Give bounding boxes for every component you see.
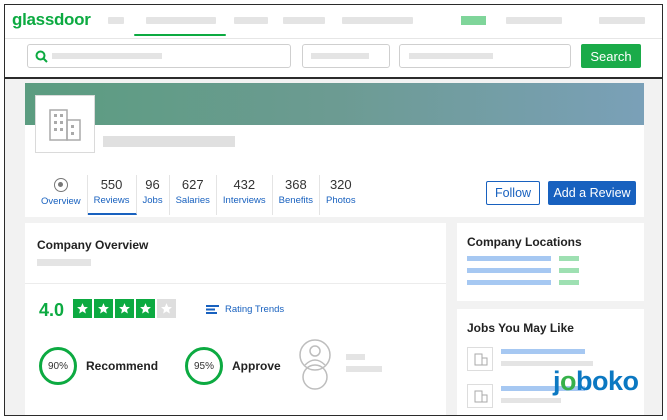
search-bar: Search	[5, 39, 662, 79]
overview-placeholder	[37, 259, 91, 266]
jobs-you-may-like-card: Jobs You May Like	[457, 309, 644, 415]
tab-interviews[interactable]: 432 Interviews	[217, 175, 273, 215]
tab-count: 96	[145, 177, 160, 192]
tab-label: Jobs	[142, 195, 163, 206]
ceo-name-placeholder	[346, 354, 365, 360]
star-icon	[136, 299, 155, 318]
add-review-button[interactable]: Add a Review	[548, 181, 636, 205]
tab-count: 368	[284, 177, 307, 192]
company-locations-title: Company Locations	[467, 235, 582, 249]
approve-circle: 95%	[185, 347, 223, 385]
tab-salaries[interactable]: 627 Salaries	[170, 175, 217, 215]
rating-trends-link[interactable]: Rating Trends	[206, 304, 284, 315]
star-rating	[73, 299, 178, 318]
location-count-bar	[559, 280, 579, 285]
tab-label: Overview	[41, 196, 81, 207]
approve-label: Approve	[232, 359, 281, 373]
star-icon	[94, 299, 113, 318]
category-select-placeholder	[311, 53, 369, 59]
nav-item-placeholder[interactable]	[234, 17, 268, 24]
company-banner	[25, 83, 644, 125]
browser-frame: glassdoor Search Overview 550 Reviews 96…	[4, 4, 663, 416]
company-locations-card: Company Locations	[457, 223, 644, 301]
search-input[interactable]	[27, 44, 291, 68]
overall-rating: 4.0	[39, 300, 65, 320]
location-bar[interactable]	[467, 268, 551, 273]
top-nav: glassdoor	[5, 5, 662, 39]
location-bar[interactable]	[467, 256, 551, 261]
company-overview-card: Company Overview 4.0 Rating Trends 90% R…	[25, 223, 446, 415]
job-company-logo[interactable]	[467, 347, 493, 371]
search-input-placeholder	[52, 53, 162, 59]
category-select[interactable]	[302, 44, 390, 68]
tab-jobs[interactable]: 96 Jobs	[137, 175, 170, 215]
tab-count: 550	[100, 177, 123, 192]
location-input[interactable]	[399, 44, 571, 68]
tab-label: Benefits	[278, 195, 313, 206]
company-overview-title: Company Overview	[37, 238, 149, 252]
ceo-title-placeholder	[346, 366, 382, 372]
tab-overview[interactable]: Overview	[35, 175, 88, 215]
tab-label: Salaries	[175, 195, 210, 206]
recommend-circle: 90%	[39, 347, 77, 385]
location-bar[interactable]	[467, 280, 551, 285]
rating-trends-label: Rating Trends	[225, 304, 285, 315]
joboko-watermark: joboko	[553, 366, 639, 396]
overview-icon	[53, 178, 68, 192]
location-count-bar	[559, 256, 579, 261]
star-icon	[115, 299, 134, 318]
search-button[interactable]: Search	[581, 44, 641, 68]
tab-count: 432	[233, 177, 256, 192]
nav-item-placeholder[interactable]	[108, 17, 124, 24]
tab-reviews[interactable]: 550 Reviews	[87, 175, 137, 215]
nav-item-placeholder[interactable]	[342, 17, 413, 24]
star-icon	[157, 299, 176, 318]
star-icon	[73, 299, 92, 318]
building-icon	[49, 109, 81, 141]
nav-cta-placeholder[interactable]	[461, 16, 486, 25]
tab-benefits[interactable]: 368 Benefits	[273, 175, 320, 215]
tab-count: 627	[181, 177, 204, 192]
job-meta-placeholder	[501, 398, 561, 403]
nav-active-indicator	[134, 34, 226, 36]
nav-item-placeholder[interactable]	[506, 17, 562, 24]
tab-label: Interviews	[222, 195, 266, 206]
tab-label: Photos	[326, 195, 356, 206]
company-name-placeholder	[103, 136, 235, 147]
rating-trends-icon	[206, 305, 219, 314]
divider	[25, 283, 446, 284]
job-company-logo[interactable]	[467, 384, 493, 408]
nav-item-placeholder[interactable]	[146, 17, 216, 24]
nav-item-placeholder[interactable]	[599, 17, 645, 24]
location-count-bar	[559, 268, 579, 273]
company-tabs: Overview 550 Reviews 96 Jobs 627 Salarie…	[35, 175, 362, 215]
job-title-placeholder[interactable]	[501, 349, 585, 354]
follow-button[interactable]: Follow	[486, 181, 540, 205]
glassdoor-logo[interactable]: glassdoor	[12, 10, 91, 30]
nav-item-placeholder[interactable]	[283, 17, 325, 24]
company-logo[interactable]	[35, 95, 95, 153]
company-header: Overview 550 Reviews 96 Jobs 627 Salarie…	[25, 83, 644, 217]
tab-photos[interactable]: 320 Photos	[320, 175, 362, 215]
location-input-placeholder	[409, 53, 493, 59]
search-icon	[35, 50, 48, 63]
tab-label: Reviews	[93, 195, 130, 206]
recommend-label: Recommend	[86, 359, 159, 373]
building-icon	[474, 353, 488, 366]
tab-count: 320	[329, 177, 352, 192]
ceo-avatar-icon	[299, 339, 331, 390]
building-icon	[474, 390, 488, 403]
jobs-you-may-like-title: Jobs You May Like	[467, 321, 574, 335]
